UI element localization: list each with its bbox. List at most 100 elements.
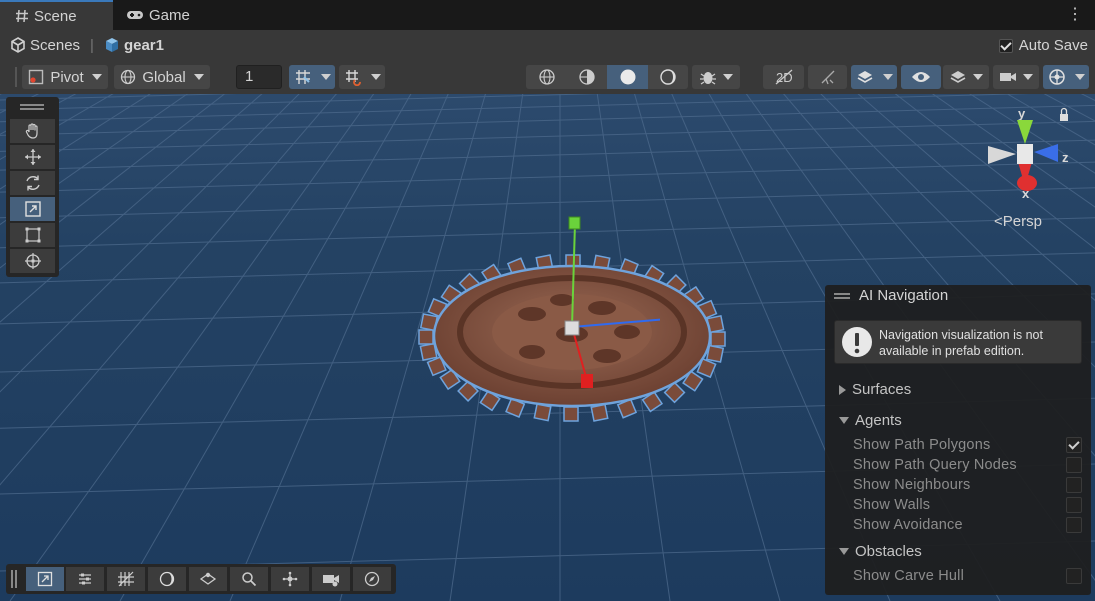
- tab-game[interactable]: Game: [126, 0, 190, 30]
- sliders-icon: [79, 573, 91, 585]
- 2d-toggle-icon: 2D: [775, 69, 792, 85]
- orientation-gizmo[interactable]: y z x: [980, 106, 1080, 216]
- breadcrumb-prefab[interactable]: gear1: [104, 37, 164, 54]
- unlit-sphere-icon: [660, 69, 676, 85]
- transform-tool-button[interactable]: [10, 249, 55, 273]
- chevron-down-icon: [91, 74, 102, 80]
- panel-grip[interactable]: [834, 293, 850, 295]
- chevron-down-icon: [723, 74, 733, 80]
- chevron-down-icon: [973, 74, 983, 80]
- increment-snap-options-button[interactable]: [367, 65, 385, 89]
- scene-visibility-button[interactable]: [901, 65, 941, 89]
- show-path-query-nodes-checkbox[interactable]: [1066, 457, 1082, 473]
- grid-snap-icon: [296, 70, 310, 84]
- wireframe-shading-button[interactable]: [526, 65, 567, 89]
- lighting-toggle-button[interactable]: [808, 65, 847, 89]
- unity-logo-icon: [11, 37, 25, 53]
- chevron-down-icon: [883, 74, 893, 80]
- move-tool-button[interactable]: [10, 145, 55, 169]
- rect-tool-button[interactable]: [10, 223, 55, 247]
- camera-dropdown[interactable]: [993, 65, 1039, 89]
- foldout-open-icon: [839, 548, 849, 555]
- navmesh-icon: [199, 572, 217, 585]
- rect-tool-icon: [25, 227, 40, 243]
- tab-scene[interactable]: Scene: [0, 0, 113, 30]
- debug-draw-mode-dropdown[interactable]: [692, 65, 740, 89]
- tools-grip[interactable]: [20, 104, 44, 106]
- breadcrumb-separator: |: [90, 36, 94, 54]
- chevron-down-icon: [193, 74, 204, 80]
- scene-fx-options-button[interactable]: [879, 65, 897, 89]
- hand-tool-button[interactable]: [10, 119, 55, 143]
- auto-save-checkbox[interactable]: [998, 38, 1013, 53]
- pivot-dropdown[interactable]: Pivot: [22, 65, 108, 89]
- show-carve-hull-checkbox[interactable]: [1066, 568, 1082, 584]
- tools-grip[interactable]: [20, 108, 44, 110]
- overlay-toolbar: [6, 564, 396, 594]
- gizmos-options-button[interactable]: [1071, 65, 1089, 89]
- projection-toggle[interactable]: <Persp: [994, 213, 1042, 230]
- tab-game-label: Game: [149, 6, 190, 24]
- breadcrumb-scenes[interactable]: Scenes: [10, 37, 80, 54]
- perspective-icon: <: [994, 213, 1003, 230]
- overlay-navmesh-button[interactable]: [189, 567, 227, 591]
- rotate-tool-button[interactable]: [10, 171, 55, 195]
- tools-overlay: [6, 97, 59, 277]
- gizmos-button[interactable]: [1043, 65, 1071, 89]
- scale-tool-icon: [24, 201, 41, 217]
- show-avoidance-checkbox[interactable]: [1066, 517, 1082, 533]
- foldout-closed-icon: [839, 384, 846, 395]
- overlay-grid-button[interactable]: [107, 567, 145, 591]
- maximize-icon: [37, 571, 53, 587]
- overlay-lighting-button[interactable]: [148, 567, 186, 591]
- show-walls-checkbox[interactable]: [1066, 497, 1082, 513]
- section-obstacles-label: Obstacles: [855, 543, 922, 560]
- scale-tool-button[interactable]: [10, 197, 55, 221]
- global-dropdown[interactable]: Global: [114, 65, 210, 89]
- overlay-settings-button[interactable]: [66, 567, 104, 591]
- grid-snap-button[interactable]: [289, 65, 317, 89]
- move-tool-icon: [24, 149, 41, 165]
- auto-save-label: Auto Save: [1018, 37, 1088, 54]
- gizmo-axis-x-label: x: [1022, 186, 1030, 201]
- option-show-avoidance: Show Avoidance: [853, 517, 963, 533]
- panel-grip[interactable]: [834, 297, 850, 299]
- shaded-wireframe-button[interactable]: [567, 65, 607, 89]
- unlit-button[interactable]: [648, 65, 688, 89]
- section-obstacles[interactable]: Obstacles: [839, 543, 922, 560]
- overlay-search-button[interactable]: [230, 567, 268, 591]
- toolbar-grip: [15, 67, 17, 87]
- help-box: Navigation visualization is not availabl…: [834, 320, 1082, 364]
- chevron-down-icon: [371, 74, 381, 80]
- gizmo-axis-y-label: y: [1018, 106, 1026, 121]
- tab-scene-label: Scene: [34, 7, 77, 25]
- overlay-camera-button[interactable]: [312, 567, 350, 591]
- snap-increment-field[interactable]: 1: [236, 65, 282, 89]
- gizmo-axis-z-label: z: [1062, 150, 1069, 165]
- grid-snap-options-button[interactable]: [317, 65, 335, 89]
- show-neighbours-checkbox[interactable]: [1066, 477, 1082, 493]
- foldout-open-icon: [839, 417, 849, 424]
- overlay-scale-button[interactable]: [26, 567, 64, 591]
- option-show-walls: Show Walls: [853, 497, 931, 513]
- help-box-message: Navigation visualization is not availabl…: [879, 328, 1043, 358]
- bug-icon: [700, 72, 716, 85]
- 2d-mode-button[interactable]: 2D: [763, 65, 804, 89]
- overlay-navigation-button[interactable]: [353, 567, 391, 591]
- move-gizmo[interactable]: [520, 209, 660, 399]
- increment-snap-button[interactable]: [339, 65, 367, 89]
- section-agents[interactable]: Agents: [839, 412, 902, 429]
- breadcrumb-scenes-label: Scenes: [30, 36, 81, 54]
- section-surfaces[interactable]: Surfaces: [839, 381, 911, 398]
- auto-save-toggle[interactable]: Auto Save: [998, 37, 1088, 54]
- shaded-button[interactable]: [607, 65, 648, 89]
- show-path-polygons-checkbox[interactable]: [1066, 437, 1082, 453]
- layers-dropdown[interactable]: [943, 65, 989, 89]
- overlay-toolbar-grip[interactable]: [11, 570, 17, 588]
- chevron-down-icon: [1023, 74, 1033, 80]
- scene-fx-button[interactable]: [851, 65, 879, 89]
- overlay-pivot-button[interactable]: [271, 567, 309, 591]
- grid-hatch-icon: [118, 571, 134, 587]
- light-bulb-off-icon: [821, 70, 834, 85]
- more-menu-icon[interactable]: ⋮: [1067, 7, 1083, 23]
